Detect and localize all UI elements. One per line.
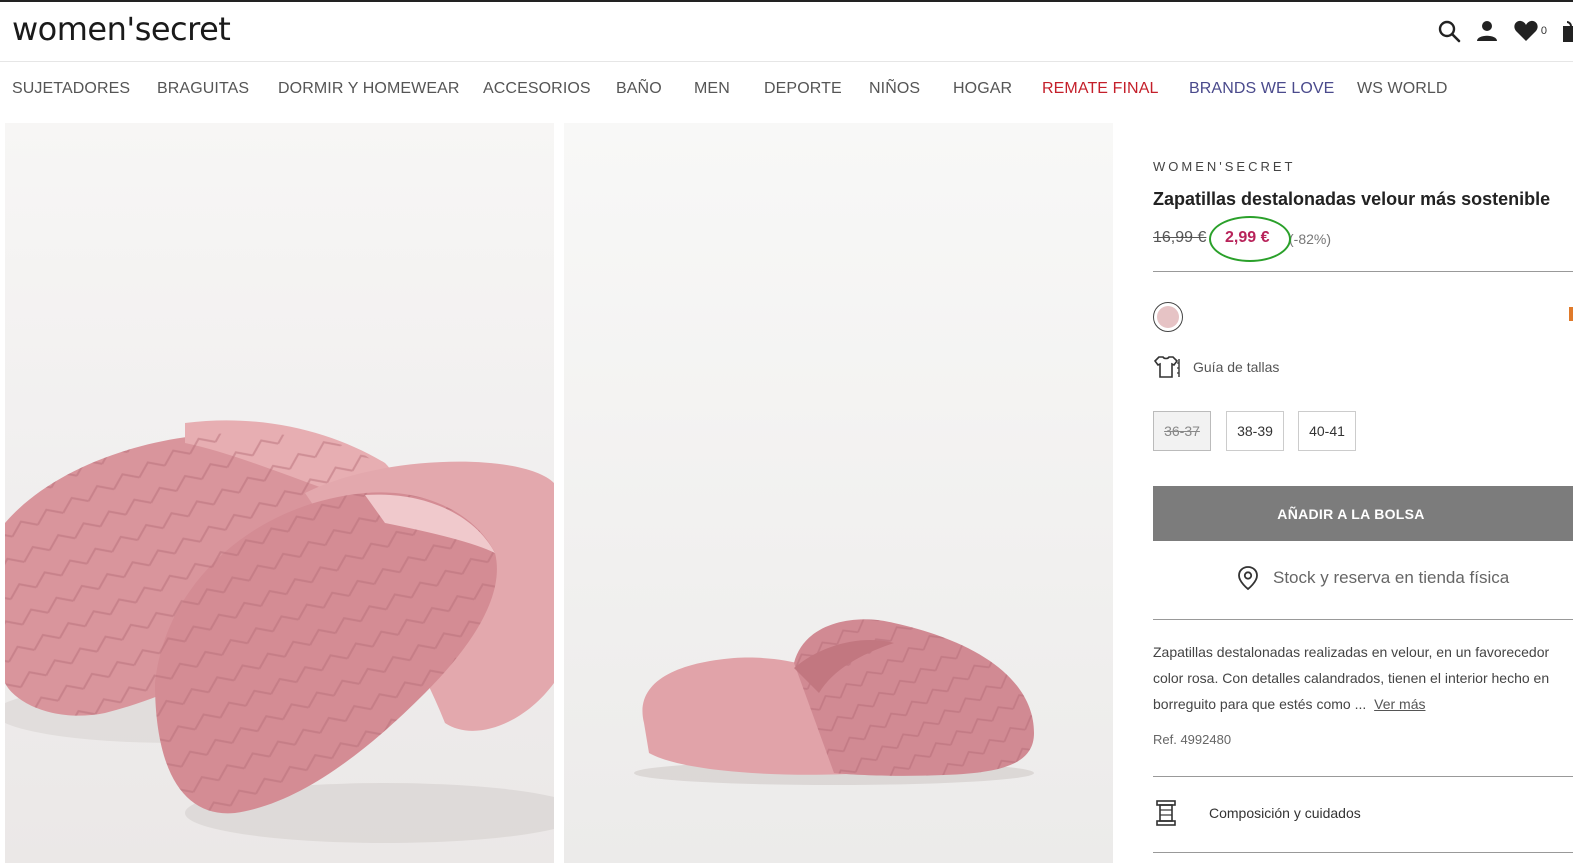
nav-item-men[interactable]: MEN: [694, 80, 730, 98]
product-brand: WOMEN'SECRET: [1153, 159, 1296, 174]
color-swatch-pink[interactable]: [1153, 302, 1183, 332]
swatch-fill: [1157, 306, 1179, 328]
product-image-2[interactable]: [564, 123, 1113, 863]
size-option-36-37[interactable]: 36-37: [1153, 411, 1211, 451]
spool-icon: [1156, 800, 1176, 826]
product-image-1[interactable]: [5, 123, 554, 863]
size-option-40-41[interactable]: 40-41: [1298, 411, 1356, 451]
size-guide-label: Guía de tallas: [1193, 359, 1280, 375]
nav-item-brands-we-love[interactable]: BRANDS WE LOVE: [1189, 80, 1334, 98]
old-price: 16,99 €: [1153, 229, 1207, 246]
composition-care-label: Composición y cuidados: [1209, 805, 1361, 821]
product-description: Zapatillas destalonadas realizadas en ve…: [1153, 639, 1573, 717]
logo[interactable]: women'secret: [12, 10, 231, 48]
size-option-38-39[interactable]: 38-39: [1226, 411, 1284, 451]
composition-care-toggle[interactable]: Composición y cuidados: [1153, 799, 1361, 827]
nav-item-braguitas[interactable]: BRAGUITAS: [157, 80, 249, 98]
wishlist-icon[interactable]: 0: [1513, 17, 1547, 45]
site-header: women'secret 0: [0, 2, 1573, 62]
nav-item-remate-final[interactable]: REMATE FINAL: [1042, 80, 1158, 98]
nav-item-hogar[interactable]: HOGAR: [953, 80, 1012, 98]
main-nav: SUJETADORES BRAGUITAS DORMIR Y HOMEWEAR …: [0, 80, 1573, 110]
header-icons: 0: [1437, 16, 1573, 46]
user-icon[interactable]: [1475, 17, 1499, 45]
discount-label: (-82%): [1289, 231, 1332, 247]
add-to-bag-button[interactable]: AÑADIR A LA BOLSA: [1153, 486, 1573, 541]
description-line: color rosa. Con detalles calandrados, ti…: [1153, 670, 1550, 686]
location-pin-icon: [1238, 566, 1258, 591]
nav-item-bano[interactable]: BAÑO: [616, 80, 662, 98]
search-icon[interactable]: [1437, 17, 1461, 45]
wishlist-count: 0: [1540, 25, 1547, 37]
price-highlight-circle: [1209, 216, 1291, 262]
nav-item-sujetadores[interactable]: SUJETADORES: [12, 80, 130, 98]
divider: [1153, 776, 1573, 777]
nav-item-deporte[interactable]: DEPORTE: [764, 80, 842, 98]
description-line-last: borreguito para que estés como ... Ver m…: [1153, 691, 1573, 717]
divider: [1153, 619, 1573, 620]
description-line: Zapatillas destalonadas realizadas en ve…: [1153, 644, 1550, 660]
edge-marker: [1569, 307, 1573, 321]
nav-item-ws-world[interactable]: WS WORLD: [1357, 80, 1448, 98]
see-more-link[interactable]: Ver más: [1374, 696, 1425, 712]
nav-item-accesorios[interactable]: ACCESORIOS: [483, 80, 591, 98]
store-stock-label: Stock y reserva en tienda física: [1273, 568, 1510, 587]
nav-item-ninos[interactable]: NIÑOS: [869, 80, 920, 98]
size-guide-link[interactable]: Guía de tallas: [1153, 355, 1279, 379]
product-panel: WOMEN'SECRET Zapatillas destalonadas vel…: [1153, 123, 1573, 863]
tshirt-icon: [1153, 356, 1180, 378]
store-stock-link[interactable]: Stock y reserva en tienda física: [1237, 565, 1509, 591]
divider: [1153, 271, 1573, 272]
nav-item-dormir-homewear[interactable]: DORMIR Y HOMEWEAR: [278, 80, 460, 98]
product-title: Zapatillas destalonadas velour más soste…: [1153, 189, 1551, 209]
description-line-text: borreguito para que estés como ...: [1153, 696, 1367, 712]
product-reference: Ref. 4992480: [1153, 732, 1232, 747]
bag-icon[interactable]: [1561, 17, 1573, 45]
divider: [1153, 852, 1573, 853]
